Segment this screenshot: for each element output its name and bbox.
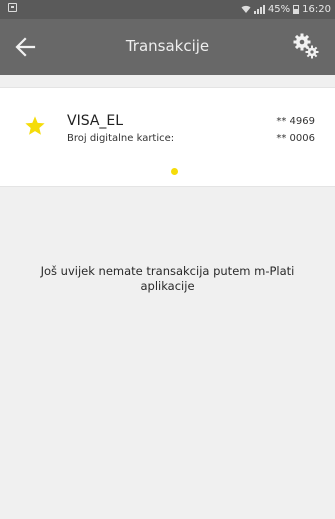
- card-name: VISA_EL: [67, 113, 124, 129]
- battery-percent: 45%: [267, 3, 291, 15]
- digital-card-number: ** 0006: [276, 133, 315, 144]
- app-bar: Transakcije: [0, 19, 335, 75]
- status-time: 16:20: [302, 3, 331, 15]
- battery-icon: [293, 4, 300, 14]
- empty-transactions-message: Još uvijek nemate transakcija putem m-Pl…: [40, 264, 295, 293]
- wifi-icon: [241, 5, 251, 13]
- star-icon[interactable]: [24, 115, 46, 137]
- card-panel[interactable]: VISA_EL Broj digitalne kartice: ** 4969 …: [0, 87, 335, 187]
- status-right: 45% 16:20: [241, 3, 331, 15]
- settings-gears-icon[interactable]: [291, 31, 321, 61]
- signal-icon: [253, 4, 265, 14]
- status-bar: 45% 16:20: [0, 0, 335, 19]
- digital-card-label: Broj digitalne kartice:: [67, 133, 175, 144]
- card-number: ** 4969: [276, 116, 315, 127]
- page-title: Transakcije: [125, 37, 210, 55]
- pager-dot: [171, 168, 178, 175]
- notification-icon: [8, 3, 17, 12]
